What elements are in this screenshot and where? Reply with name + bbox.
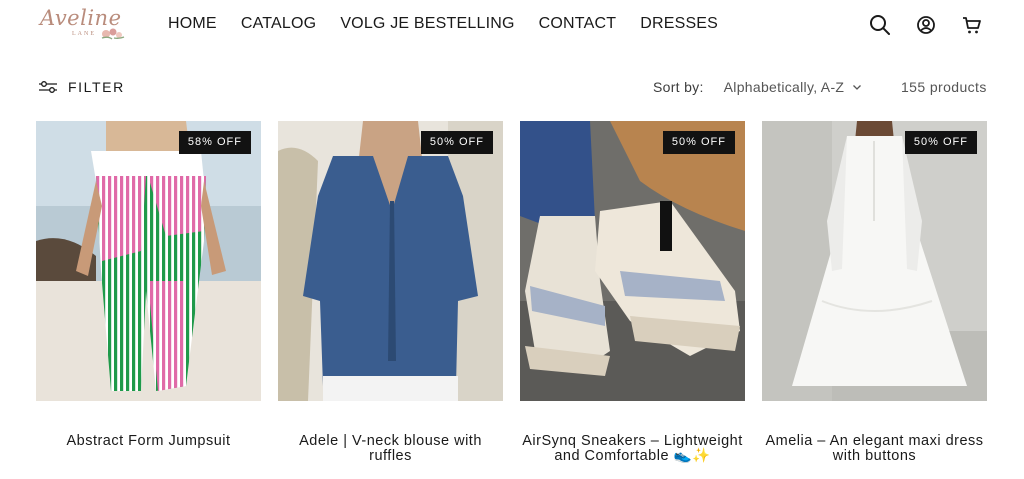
main-nav: HOME CATALOG VOLG JE BESTELLING CONTACT … bbox=[168, 14, 718, 34]
product-image[interactable]: 50% OFF bbox=[278, 121, 503, 401]
product-title[interactable]: Abstract Form Jumpsuit bbox=[36, 434, 261, 449]
nav-track-order[interactable]: VOLG JE BESTELLING bbox=[340, 14, 514, 34]
product-image[interactable]: 50% OFF bbox=[520, 121, 745, 401]
sort-select[interactable]: Alphabetically, A-Z bbox=[724, 79, 863, 95]
discount-badge: 58% OFF bbox=[178, 131, 251, 154]
sort-value: Alphabetically, A-Z bbox=[723, 79, 845, 95]
product-card[interactable]: 50% OFF AirSynq Sneakers – Lightweight a… bbox=[520, 121, 745, 479]
product-title[interactable]: Amelia – An elegant maxi dress with butt… bbox=[762, 434, 987, 464]
product-card[interactable]: 50% OFF Adele | V-neck blouse with ruffl… bbox=[278, 121, 503, 479]
product-image[interactable]: 58% OFF bbox=[36, 121, 261, 401]
nav-contact[interactable]: CONTACT bbox=[539, 14, 617, 34]
discount-badge: 50% OFF bbox=[662, 131, 735, 154]
product-count: 155 products bbox=[901, 79, 987, 95]
site-header: Aveline LANE HOME CATALOG VOLG JE BESTEL… bbox=[0, 0, 1024, 52]
logo-flowers-icon bbox=[101, 28, 125, 40]
filter-sliders-icon bbox=[39, 81, 57, 93]
product-title[interactable]: AirSynq Sneakers – Lightweight and Comfo… bbox=[520, 434, 745, 464]
header-icons bbox=[868, 13, 984, 37]
store-logo[interactable]: Aveline LANE bbox=[38, 6, 128, 44]
sort-label: Sort by: bbox=[653, 79, 704, 95]
nav-catalog[interactable]: CATALOG bbox=[241, 14, 317, 34]
product-title[interactable]: Adele | V-neck blouse with ruffles bbox=[278, 434, 503, 464]
search-icon[interactable] bbox=[868, 13, 892, 37]
filter-label: FILTER bbox=[68, 79, 125, 95]
product-card[interactable]: 50% OFF Amelia – An elegant maxi dress w… bbox=[762, 121, 987, 479]
discount-badge: 50% OFF bbox=[904, 131, 977, 154]
discount-badge: 50% OFF bbox=[420, 131, 493, 154]
chevron-down-icon bbox=[853, 85, 862, 90]
cart-icon[interactable] bbox=[960, 13, 984, 37]
filter-button[interactable]: FILTER bbox=[38, 79, 125, 95]
sort-control: Sort by: Alphabetically, A-Z bbox=[653, 79, 862, 95]
nav-home[interactable]: HOME bbox=[168, 14, 217, 34]
account-icon[interactable] bbox=[914, 13, 938, 37]
logo-subtitle: LANE bbox=[72, 31, 96, 37]
product-image[interactable]: 50% OFF bbox=[762, 121, 987, 401]
product-card[interactable]: 58% OFF Abstract Form Jumpsuit bbox=[36, 121, 261, 479]
nav-dresses[interactable]: DRESSES bbox=[640, 14, 718, 34]
